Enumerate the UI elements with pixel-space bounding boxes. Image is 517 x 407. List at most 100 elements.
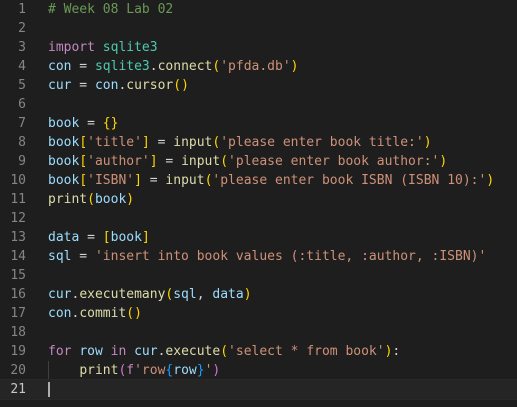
code-line[interactable]: 21 — [0, 379, 517, 400]
code-line[interactable]: 6 — [0, 95, 517, 114]
code-token: book — [110, 230, 142, 245]
code-line[interactable]: 1 # Week 08 Lab 02 — [0, 0, 517, 19]
code-token: cursor — [126, 78, 174, 93]
code-token: 'title' — [87, 135, 142, 150]
code-line[interactable]: 11 print(book) — [0, 190, 517, 209]
code-token: ) — [212, 363, 221, 378]
code-line[interactable]: 19 for row in cur.execute('select * from … — [0, 342, 517, 361]
code-line[interactable]: 4 con = sqlite3.connect('pfda.db') — [0, 57, 517, 76]
code-line[interactable]: 3 import sqlite3 — [0, 38, 517, 57]
code-token: ] — [141, 230, 150, 245]
line-number: 14 — [10, 249, 26, 264]
code-token: ] — [141, 135, 150, 150]
code-token: in — [110, 344, 127, 359]
code-token: sql — [48, 249, 72, 264]
code-token: ] — [149, 154, 158, 169]
code-token: [ — [79, 135, 88, 150]
code-token: sql — [173, 287, 197, 302]
code-token: = — [79, 230, 103, 245]
code-token: 'select * from book' — [228, 344, 385, 359]
code-token: 'please enter book ISBN (ISBN 10):' — [212, 173, 487, 188]
code-token: input — [173, 135, 213, 150]
line-number: 20 — [10, 363, 26, 378]
code-token: = — [149, 135, 174, 150]
code-text: sql = 'insert into book values (:title, … — [48, 247, 486, 266]
code-token: = — [79, 116, 103, 131]
code-token: book — [48, 154, 80, 169]
code-line[interactable]: 2 — [0, 19, 517, 38]
code-text: book['author'] = input('please enter boo… — [48, 152, 447, 171]
code-token: row — [173, 363, 197, 378]
code-text: import sqlite3 — [48, 38, 158, 57]
code-editor[interactable]: 1 # Week 08 Lab 02 2 3 import sqlite3 4 con = … — [0, 0, 517, 407]
code-token: connect — [157, 59, 213, 74]
code-token: ( — [220, 344, 229, 359]
code-line[interactable]: 9 book['author'] = input('please enter bo… — [0, 152, 517, 171]
code-line[interactable]: 8 book['title'] = input('please enter boo… — [0, 133, 517, 152]
code-token: = — [157, 154, 182, 169]
code-token: cur — [48, 287, 72, 302]
code-token: f — [126, 363, 135, 378]
line-number: 2 — [18, 21, 26, 36]
code-token: input — [181, 154, 221, 169]
code-token: sqlite3 — [102, 40, 158, 55]
code-line[interactable]: 5 cur = con.cursor() — [0, 76, 517, 95]
code-line[interactable]: 18 — [0, 323, 517, 342]
code-text: cur.executemany(sql, data) — [48, 285, 252, 304]
code-token: ) — [243, 287, 252, 302]
line-number: 16 — [10, 287, 26, 302]
code-text: book['ISBN'] = input('please enter book … — [48, 171, 494, 190]
code-token: # Week 08 Lab 02 — [48, 2, 174, 17]
code-token: input — [165, 173, 205, 188]
code-text: for row in cur.execute('select * from bo… — [48, 342, 400, 361]
code-token: con — [48, 59, 72, 74]
code-text: print(f'row{row}') — [48, 361, 220, 380]
code-line[interactable]: 17 con.commit() — [0, 304, 517, 323]
code-line[interactable]: 15 — [0, 266, 517, 285]
code-line[interactable]: 16 cur.executemany(sql, data) — [0, 285, 517, 304]
code-line[interactable]: 12 — [0, 209, 517, 228]
line-number: 10 — [10, 173, 26, 188]
code-token: sqlite3 — [94, 59, 150, 74]
code-token: print — [48, 192, 88, 207]
line-number: 3 — [18, 40, 26, 55]
code-token: ) — [126, 192, 135, 207]
code-token: execute — [165, 344, 221, 359]
code-token: 'please enter book author:' — [228, 154, 440, 169]
code-token: ) — [290, 59, 299, 74]
code-token: 'ISBN' — [87, 173, 135, 188]
code-token: ) — [423, 135, 432, 150]
line-number: 17 — [10, 306, 26, 321]
code-line[interactable]: 14 sql = 'insert into book values (:title… — [0, 247, 517, 266]
code-token: book — [48, 173, 80, 188]
line-number: 13 — [10, 230, 26, 245]
code-token: cur — [134, 344, 158, 359]
code-line[interactable]: 20 print(f'row{row}') — [0, 361, 517, 380]
line-number: 19 — [10, 344, 26, 359]
code-token: ( — [87, 192, 95, 207]
code-token: 'row — [134, 363, 166, 378]
code-token: , — [196, 287, 213, 302]
code-token: () — [126, 306, 142, 321]
code-token: {} — [102, 116, 119, 131]
code-line[interactable]: 13 data = [book] — [0, 228, 517, 247]
code-token: con — [48, 306, 72, 321]
line-number: 6 — [18, 97, 26, 112]
line-number: 1 — [18, 2, 26, 17]
line-number: 7 — [18, 116, 26, 131]
line-number: 5 — [18, 78, 26, 93]
code-token: cur — [48, 78, 72, 93]
code-token: . — [149, 59, 158, 74]
line-number: 15 — [10, 268, 26, 283]
line-number: 8 — [18, 135, 26, 150]
code-token: 'please enter book title:' — [220, 135, 424, 150]
code-token: ) — [486, 173, 495, 188]
code-token: book — [94, 192, 127, 207]
code-line[interactable]: 10 book['ISBN'] = input('please enter boo… — [0, 171, 517, 190]
code-line[interactable]: 7 book = {} — [0, 114, 517, 133]
code-token: = — [71, 249, 95, 264]
code-token: } — [196, 363, 205, 378]
code-token: ( — [220, 154, 229, 169]
